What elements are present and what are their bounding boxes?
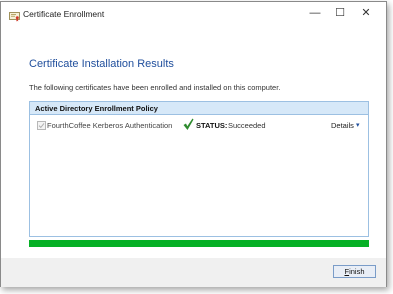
certificate-list: Active Directory Enrollment Policy Fourt… — [29, 101, 369, 237]
certificate-checkbox — [37, 121, 46, 130]
success-checkmark-icon — [183, 118, 194, 136]
certificate-icon — [9, 9, 20, 22]
maximize-button[interactable]: ☐ — [332, 6, 348, 20]
minimize-button[interactable]: — — [307, 6, 323, 20]
progress-bar-fill — [29, 240, 369, 247]
chevron-down-icon[interactable]: ▾ — [356, 121, 360, 129]
certificate-name: FourthCoffee Kerberos Authentication — [47, 121, 173, 130]
status-value: Succeeded — [228, 121, 266, 130]
certificate-enrollment-window: Certificate Enrollment — ☐ ✕ Certificate… — [0, 1, 387, 287]
page-title: Certificate Installation Results — [29, 58, 174, 70]
progress-bar — [29, 240, 369, 247]
finish-button[interactable]: Finish — [333, 265, 376, 278]
dialog-footer: Finish — [1, 258, 386, 287]
policy-group-title: Active Directory Enrollment Policy — [35, 104, 158, 113]
window-title: Certificate Enrollment — [23, 9, 105, 19]
finish-label: inish — [349, 267, 365, 276]
intro-text: The following certificates have been enr… — [29, 83, 281, 92]
close-button[interactable]: ✕ — [358, 6, 374, 20]
title-bar: Certificate Enrollment — ☐ ✕ — [1, 2, 386, 28]
details-button[interactable]: Details — [331, 121, 354, 130]
policy-group-header: Active Directory Enrollment Policy — [30, 102, 368, 115]
status-label: STATUS: — [196, 121, 228, 130]
